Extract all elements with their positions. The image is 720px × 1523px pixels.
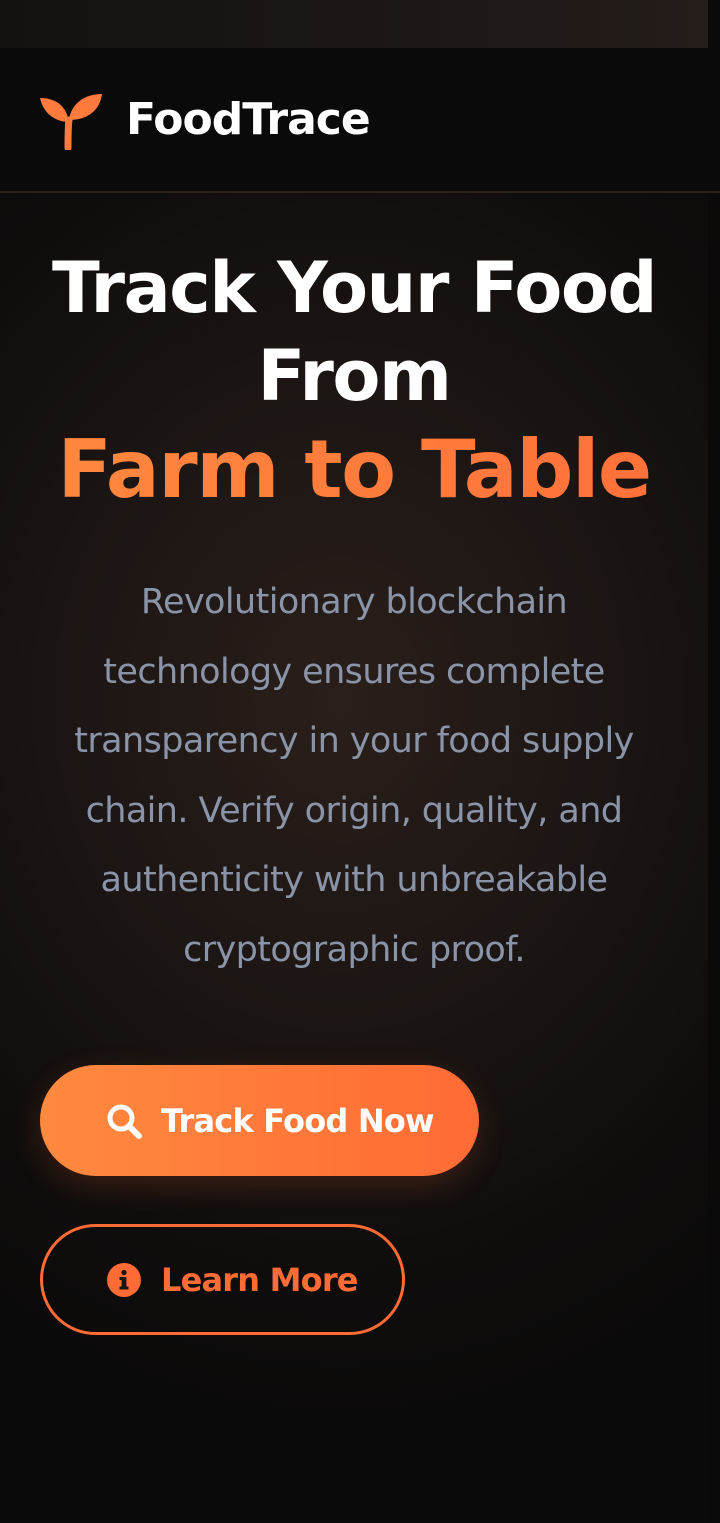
search-icon (106, 1103, 142, 1139)
status-strip (0, 0, 708, 48)
hero-description: Revolutionary blockchain technology ensu… (74, 582, 634, 970)
brand-name[interactable]: FoodTrace (126, 92, 371, 148)
hero-title-line-2: From (257, 335, 452, 417)
hero-title-line-1: Track Your Food (51, 247, 658, 329)
navbar: FoodTrace (0, 48, 720, 193)
learn-more-button-label: Learn More (161, 1260, 359, 1299)
info-circle-icon (106, 1262, 142, 1298)
hero-title-accent: Farm to Table (0, 420, 708, 520)
hero-title: Track Your Food From Farm to Table (0, 244, 708, 520)
learn-more-button[interactable]: Learn More (40, 1224, 405, 1335)
sprout-icon[interactable] (38, 92, 104, 152)
track-food-button[interactable]: Track Food Now (40, 1065, 479, 1176)
page: FoodTrace Track Your Food From Farm to T… (0, 0, 720, 1523)
scrollbar-track (708, 192, 720, 1523)
track-food-button-label: Track Food Now (161, 1101, 435, 1140)
